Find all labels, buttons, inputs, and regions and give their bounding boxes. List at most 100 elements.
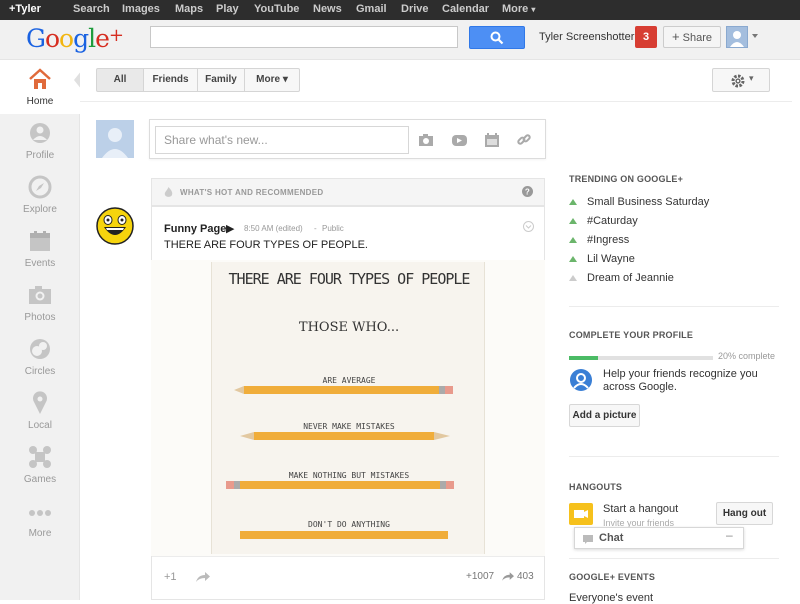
sidebar-item-label: Home <box>26 96 54 107</box>
sidebar-item-circles[interactable]: Circles <box>0 330 80 384</box>
search-button[interactable] <box>469 26 525 49</box>
plus-one-count[interactable]: +1007 <box>466 571 494 582</box>
google-plus-logo[interactable]: Google+ <box>26 20 124 55</box>
trending-item[interactable]: #Ingress <box>587 234 629 246</box>
search-input[interactable] <box>150 26 458 48</box>
topbar-link-images[interactable]: Images <box>122 3 160 15</box>
default-avatar-icon <box>730 31 744 47</box>
camera-icon <box>29 286 51 304</box>
search-icon <box>490 31 504 45</box>
trending-item[interactable]: #Caturday <box>587 215 638 227</box>
chevron-down-icon: ▾ <box>531 5 536 14</box>
sidebar-item-explore[interactable]: Explore <box>0 168 80 222</box>
reshare-count[interactable]: 403 <box>517 571 534 582</box>
sidebar-item-events[interactable]: Events <box>0 222 80 276</box>
help-icon[interactable]: ? <box>522 186 533 197</box>
profile-recognize-icon <box>570 369 592 391</box>
section-divider <box>569 456 779 457</box>
whats-hot-title: WHAT'S HOT AND RECOMMENDED <box>180 188 324 197</box>
minimize-icon[interactable]: – <box>726 528 733 542</box>
add-picture-button[interactable]: Add a picture <box>569 404 640 427</box>
topbar-link-youtube[interactable]: YouTube <box>254 3 299 15</box>
topbar-link-search[interactable]: Search <box>73 3 110 15</box>
profile-tip-line1: Help your friends recognize you <box>603 368 758 380</box>
sidebar-item-label: Games <box>23 474 57 485</box>
plus-icon: + <box>671 29 680 44</box>
trending-item[interactable]: Lil Wayne <box>587 253 635 265</box>
logo-plus: + <box>108 25 124 46</box>
post-image[interactable]: THERE ARE FOUR TYPES OF PEOPLE THOSE WHO… <box>211 262 485 554</box>
link-icon[interactable] <box>516 133 532 147</box>
chat-widget[interactable]: Chat – <box>574 527 744 549</box>
topbar-link-play[interactable]: Play <box>216 3 239 15</box>
sidebar-item-label: Circles <box>24 366 56 377</box>
event-icon[interactable] <box>484 133 500 147</box>
trending-item[interactable]: Dream of Jeannie <box>587 272 674 284</box>
camera-icon[interactable] <box>418 133 434 147</box>
google-bar: +Tyler Search Images Maps Play YouTube N… <box>0 0 800 20</box>
video-icon[interactable] <box>451 133 467 147</box>
notification-badge[interactable]: 3 <box>635 26 657 48</box>
circles-icon <box>30 339 50 359</box>
more-dots-icon <box>29 510 51 516</box>
post-text: THERE ARE FOUR TYPES OF PEOPLE. <box>164 239 368 251</box>
post-menu-icon[interactable] <box>523 221 534 232</box>
topbar-link-maps[interactable]: Maps <box>175 3 203 15</box>
share-input[interactable]: Share what's new... <box>155 126 409 154</box>
start-hangout-label[interactable]: Start a hangout <box>603 503 678 515</box>
filter-friends-button[interactable]: Friends <box>143 68 198 92</box>
plus-one-button[interactable]: +1 <box>164 571 177 583</box>
post-time[interactable]: 8:50 AM (edited) <box>244 224 303 233</box>
gear-icon <box>731 74 745 88</box>
events-subtitle: Everyone's event <box>569 592 654 604</box>
trending-title: TRENDING ON GOOGLE+ <box>569 174 684 184</box>
section-divider <box>569 306 779 307</box>
filter-all-button[interactable]: All <box>96 68 144 92</box>
topbar-link-news[interactable]: News <box>313 3 342 15</box>
section-divider <box>569 558 779 559</box>
calendar-icon <box>30 231 50 251</box>
funny-page-avatar[interactable] <box>96 207 134 245</box>
filter-more-button[interactable]: More ▾ <box>244 68 300 92</box>
sidebar-item-photos[interactable]: Photos <box>0 276 80 330</box>
hang-out-button[interactable]: Hang out <box>716 502 773 525</box>
chevron-down-icon: ▾ <box>749 73 754 83</box>
topbar-link-more[interactable]: More ▾ <box>502 3 535 15</box>
sidebar-item-label: More <box>28 528 52 539</box>
topbar-link-calendar[interactable]: Calendar <box>442 3 489 15</box>
sidebar-item-label: Explore <box>23 204 57 215</box>
topbar-link-gmail[interactable]: Gmail <box>356 3 387 15</box>
filter-family-button[interactable]: Family <box>197 68 245 92</box>
profile-tip-line2: across Google. <box>603 381 677 393</box>
trend-up-icon <box>569 218 577 224</box>
avatar[interactable] <box>726 26 748 48</box>
sidebar-item-local[interactable]: Local <box>0 384 80 438</box>
post-visibility[interactable]: Public <box>322 224 344 233</box>
post-author[interactable]: Funny Page <box>164 223 226 235</box>
share-arrow-icon[interactable] <box>196 572 210 582</box>
sidebar-item-home[interactable]: Home <box>0 60 80 114</box>
settings-button[interactable]: ▾ <box>712 68 770 92</box>
pencil-icon <box>240 432 450 440</box>
share-label: Share <box>682 32 712 44</box>
image-title: THERE ARE FOUR TYPES OF PEOPLE <box>228 270 471 288</box>
sidebar-item-more[interactable]: More <box>0 492 80 546</box>
chevron-down-icon[interactable] <box>752 34 758 38</box>
topbar-link-drive[interactable]: Drive <box>401 3 429 15</box>
profile-percent: 20% complete <box>718 351 776 361</box>
sidebar-item-profile[interactable]: Profile <box>0 114 80 168</box>
share-button[interactable]: + Share <box>663 26 721 48</box>
sidebar-item-label: Events <box>24 258 56 269</box>
sidebar-item-games[interactable]: Games <box>0 438 80 492</box>
image-subtitle: THOSE WHO... <box>298 320 400 335</box>
header: Google+ Tyler Screenshotter 3 + Share <box>0 20 800 60</box>
map-pin-icon <box>33 391 47 414</box>
profile-title: COMPLETE YOUR PROFILE <box>569 330 694 340</box>
pencil-icon <box>226 481 454 489</box>
post-action-bar <box>152 556 544 557</box>
my-avatar[interactable] <box>96 120 134 158</box>
stream-filter-bar: All Friends Family More ▾ <box>80 60 792 102</box>
topbar-link-profile[interactable]: +Tyler <box>9 3 41 15</box>
username[interactable]: Tyler Screenshotter <box>539 31 634 43</box>
trending-item[interactable]: Small Business Saturday <box>587 196 709 208</box>
